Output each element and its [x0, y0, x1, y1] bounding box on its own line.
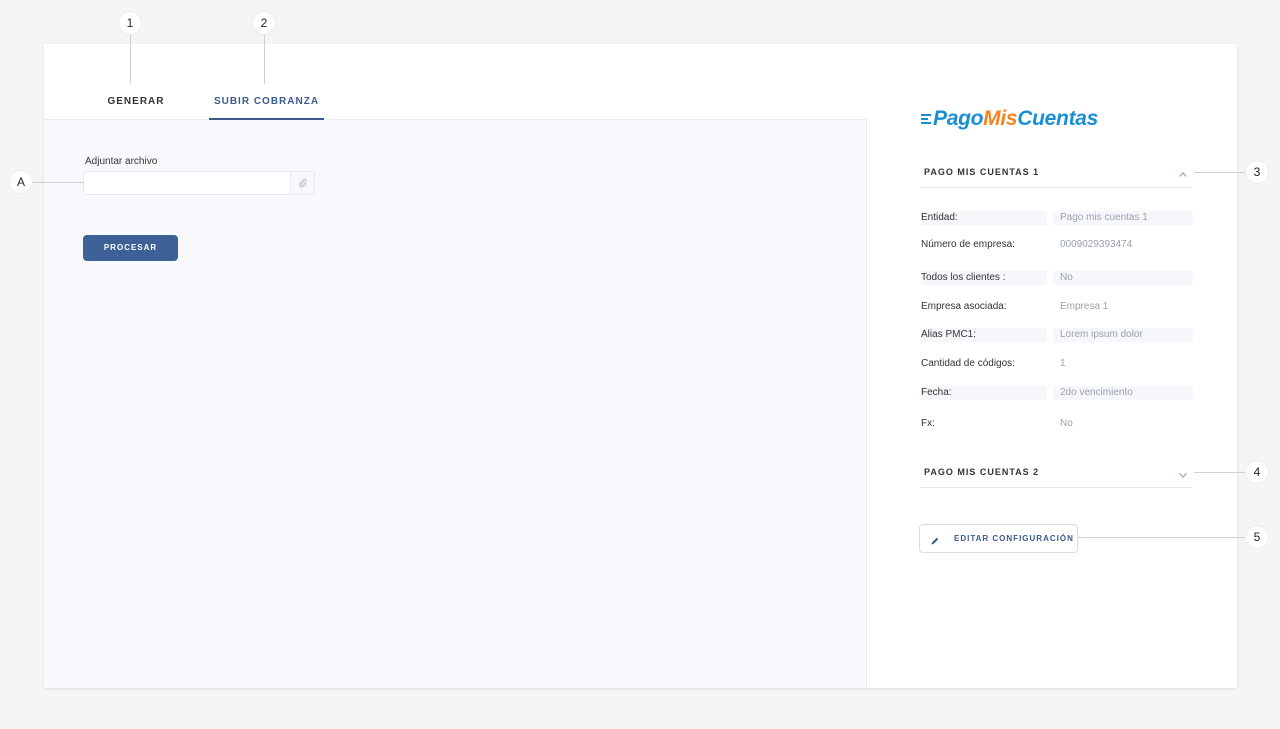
callout-1: 1: [119, 12, 141, 34]
field-label: Entidad:: [921, 211, 1047, 225]
field-label: Empresa asociada:: [921, 301, 1007, 312]
callout-5-leader: [1078, 537, 1246, 538]
callout-4-leader: [1194, 472, 1246, 473]
process-button[interactable]: PROCESAR: [83, 235, 178, 261]
field-row-empresa-asociada: Empresa asociada: Empresa 1: [920, 300, 1192, 314]
field-value: Lorem ipsum dolor: [1053, 328, 1193, 342]
field-row-fecha: Fecha: 2do vencimiento: [920, 386, 1193, 400]
left-pane: GENERAR SUBIR COBRANZA Adjuntar archivo …: [44, 44, 867, 688]
pagomiscuentas-logo: Pago Mis Cuentas: [921, 106, 1098, 132]
tab-generar[interactable]: GENERAR: [100, 85, 172, 120]
callout-3-leader: [1194, 172, 1246, 173]
section-pmc2-title: PAGO MIS CUENTAS 2: [924, 467, 1040, 477]
edit-config-button[interactable]: EDITAR CONFIGURACIÓN: [919, 524, 1078, 553]
logo-part-mis: Mis: [983, 107, 1018, 130]
callout-3: 3: [1246, 161, 1268, 183]
field-row-numero-empresa: Número de empresa: 0009029393474: [920, 238, 1192, 252]
section-pmc1-title: PAGO MIS CUENTAS 1: [924, 167, 1040, 177]
field-label: Cantidad de códigos:: [921, 358, 1015, 369]
callout-5: 5: [1246, 526, 1268, 548]
callout-4: 4: [1246, 461, 1268, 483]
callout-2: 2: [253, 12, 275, 34]
callout-1-leader: [130, 34, 131, 84]
callout-a-leader: [32, 182, 84, 183]
field-label: Fx:: [921, 418, 935, 429]
upload-panel: Adjuntar archivo PROCESAR: [44, 120, 866, 688]
paperclip-icon[interactable]: [290, 172, 314, 194]
field-value: No: [1060, 418, 1073, 429]
file-label: Adjuntar archivo: [85, 156, 158, 167]
pencil-icon: [930, 533, 940, 551]
config-pane: Pago Mis Cuentas PAGO MIS CUENTAS 1 Entida…: [868, 44, 1237, 688]
section-pmc2-header[interactable]: PAGO MIS CUENTAS 2: [920, 460, 1192, 488]
field-row-alias: Alias PMC1: Lorem ipsum dolor: [920, 328, 1193, 342]
logo-part-pago: Pago: [933, 107, 984, 130]
file-input[interactable]: [83, 171, 315, 195]
field-row-todos-clientes: Todos los clientes : No: [920, 271, 1193, 285]
field-value: 0009029393474: [1060, 239, 1133, 250]
logo-bars-icon: [921, 112, 932, 126]
field-label: Alias PMC1:: [921, 328, 1047, 342]
field-row-fx: Fx: No: [920, 417, 1192, 431]
callout-a: A: [10, 171, 32, 193]
field-value: Empresa 1: [1060, 301, 1109, 312]
field-label: Número de empresa:: [921, 239, 1015, 250]
field-row-entidad: Entidad: Pago mis cuentas 1: [920, 211, 1193, 225]
tab-subir-cobranza[interactable]: SUBIR COBRANZA: [209, 85, 324, 120]
field-value: 1: [1060, 358, 1066, 369]
field-value: Pago mis cuentas 1: [1053, 211, 1193, 225]
field-value: No: [1053, 271, 1193, 285]
field-value: 2do vencimiento: [1053, 386, 1193, 400]
tab-bar: GENERAR SUBIR COBRANZA: [44, 44, 867, 120]
chevron-down-icon[interactable]: [1178, 467, 1188, 485]
field-row-cantidad-codigos: Cantidad de códigos: 1: [920, 357, 1192, 371]
callout-2-leader: [264, 34, 265, 84]
section-pmc1-header[interactable]: PAGO MIS CUENTAS 1: [920, 160, 1192, 188]
logo-part-cuentas: Cuentas: [1017, 107, 1099, 130]
field-label: Todos los clientes :: [921, 271, 1047, 285]
edit-config-label: EDITAR CONFIGURACIÓN: [954, 534, 1074, 543]
main-card: GENERAR SUBIR COBRANZA Adjuntar archivo …: [44, 44, 1237, 688]
field-label: Fecha:: [921, 386, 1047, 400]
chevron-up-icon[interactable]: [1178, 167, 1188, 185]
